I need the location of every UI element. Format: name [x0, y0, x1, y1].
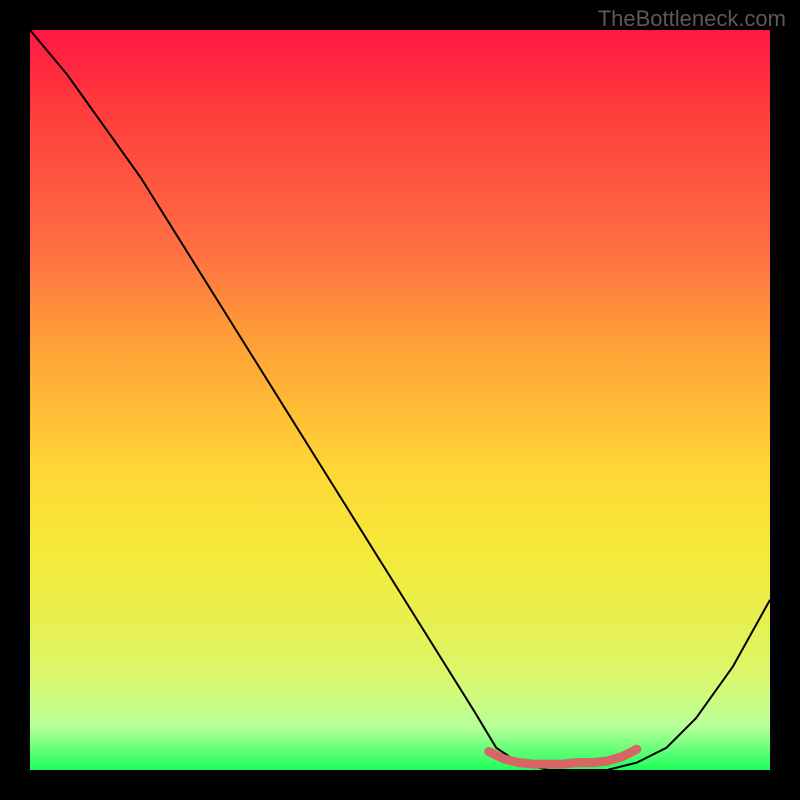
- chart-plot-area: [30, 30, 770, 770]
- optimal-region-marker: [489, 749, 637, 764]
- chart-svg: [30, 30, 770, 770]
- bottleneck-curve: [30, 30, 770, 770]
- watermark-text: TheBottleneck.com: [598, 6, 786, 32]
